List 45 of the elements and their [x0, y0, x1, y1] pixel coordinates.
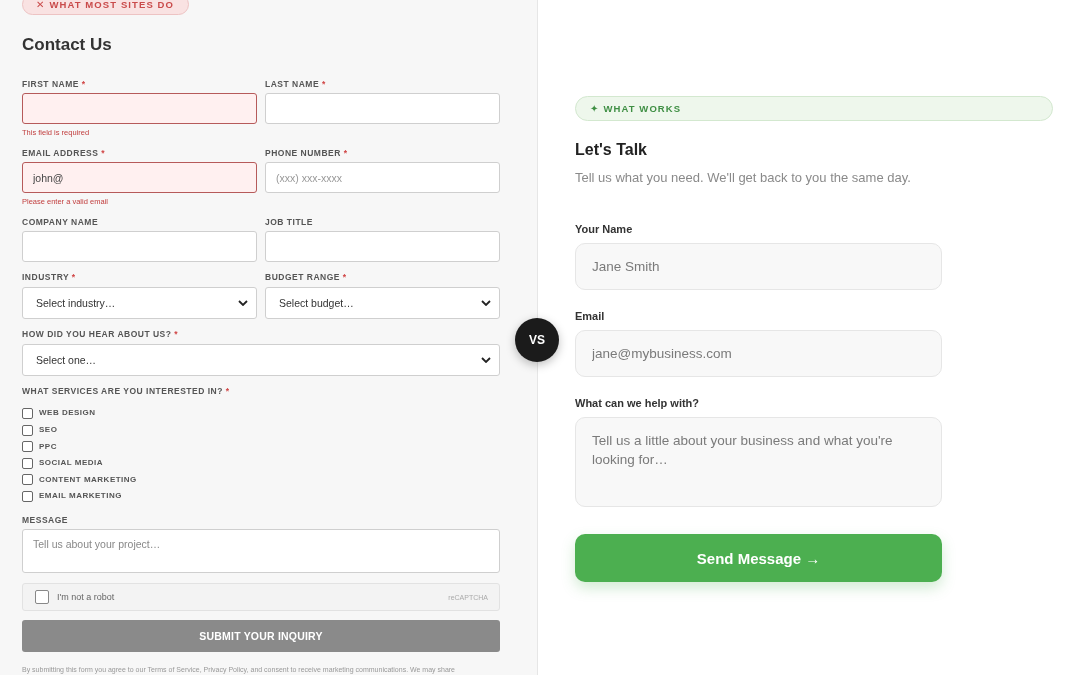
captcha-label: I'm not a robot	[57, 592, 115, 603]
field-label: FIRST NAME *	[22, 79, 86, 91]
tag-label: WHAT MOST SITES DO	[49, 0, 175, 11]
checkbox-label: WEB DESIGN	[39, 408, 96, 419]
checkbox-label: SOCIAL MEDIA	[39, 458, 104, 469]
field-label: Your Name	[575, 222, 633, 236]
checkbox-label: SEO	[39, 425, 58, 435]
chevron-down-icon	[238, 300, 248, 307]
field-label: WHAT SERVICES ARE YOU INTERESTED IN? *	[22, 386, 230, 398]
field-label: What can we help with?	[575, 396, 700, 410]
checkbox[interactable]	[35, 590, 49, 605]
form-subtitle: Tell us what you need. We'll get back to you the same day.	[575, 170, 911, 186]
dropdown[interactable]: Select budget…	[265, 287, 500, 320]
dropdown[interactable]: Select industry…	[22, 287, 257, 320]
checkbox[interactable]	[22, 457, 33, 469]
field-label: EMAIL ADDRESS *	[22, 148, 106, 160]
checkbox-label: PPC	[39, 441, 57, 452]
input-field[interactable]	[22, 93, 257, 125]
checkbox[interactable]	[22, 407, 33, 419]
checkbox[interactable]	[22, 424, 33, 436]
field-label: HOW DID YOU HEAR ABOUT US? *	[22, 329, 179, 341]
textarea-field[interactable]: Tell us a little about your business and what you're looking for…	[575, 417, 942, 507]
field-label: MESSAGE	[22, 514, 68, 526]
cross-icon: ✕	[36, 0, 45, 11]
input-field[interactable]: john@	[22, 162, 257, 194]
form-title: Let's Talk	[575, 140, 647, 160]
textarea-field[interactable]: Tell us about your project…	[22, 528, 500, 573]
checkbox-label: EMAIL MARKETING	[39, 491, 122, 502]
field-label: Email	[575, 309, 605, 323]
field-label: JOB TITLE	[265, 217, 313, 229]
field-label: BUDGET RANGE *	[265, 272, 347, 284]
checkbox-label: CONTENT MARKETING	[39, 474, 137, 485]
field-label: COMPANY NAME	[22, 217, 99, 229]
sparkle-icon: ✦	[590, 103, 599, 114]
field-label: LAST NAME *	[265, 79, 326, 91]
form-title: Contact Us	[22, 35, 112, 56]
checkbox[interactable]	[22, 441, 33, 453]
field-label: PHONE NUMBER *	[265, 148, 348, 160]
field-label: INDUSTRY *	[22, 272, 76, 284]
dropdown[interactable]: Select one…	[22, 344, 500, 377]
chevron-down-icon	[481, 300, 491, 307]
chevron-down-icon	[481, 357, 491, 364]
checkbox[interactable]	[22, 490, 33, 502]
checkbox[interactable]	[22, 474, 33, 486]
tag-label: WHAT WORKS	[603, 103, 682, 114]
